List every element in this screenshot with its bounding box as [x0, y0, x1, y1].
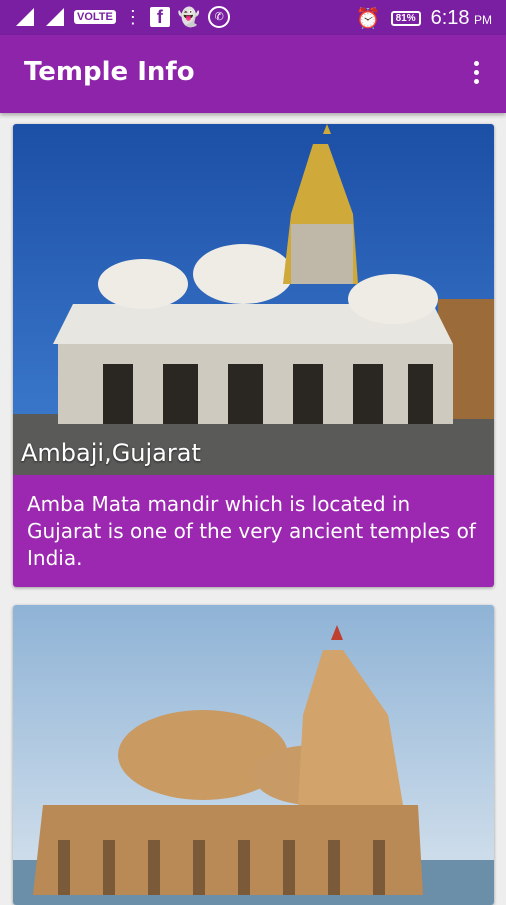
facebook-icon: f: [149, 7, 170, 27]
temple-photo: Ambaji,Gujarat: [13, 124, 494, 475]
signal-icon: [46, 8, 64, 26]
clock: 6:18 PM: [430, 7, 492, 29]
temple-card[interactable]: [13, 605, 494, 905]
temple-card[interactable]: Ambaji,Gujarat Amba Mata mandir which is…: [13, 124, 494, 587]
snapchat-icon: 👻: [177, 6, 201, 27]
app-bar: Temple Info: [0, 35, 506, 113]
volte-badge: VOLTE: [74, 10, 116, 24]
app-title: Temple Info: [24, 57, 195, 87]
temple-description: Amba Mata mandir which is located in Guj…: [13, 475, 494, 587]
battery-icon: 81%: [390, 11, 421, 26]
temple-location-caption: Ambaji,Gujarat: [21, 439, 201, 467]
more-vert-icon: ⋮: [123, 6, 142, 27]
status-bar: VOLTE ⋮ f 👻 ✆ ⏰ 81% 6:18 PM: [0, 0, 506, 35]
overflow-menu-icon[interactable]: [464, 61, 488, 89]
alarm-icon: ⏰: [355, 8, 381, 30]
signal-icon: [16, 8, 34, 26]
whatsapp-icon: ✆: [208, 6, 231, 28]
temple-photo: [13, 605, 494, 905]
